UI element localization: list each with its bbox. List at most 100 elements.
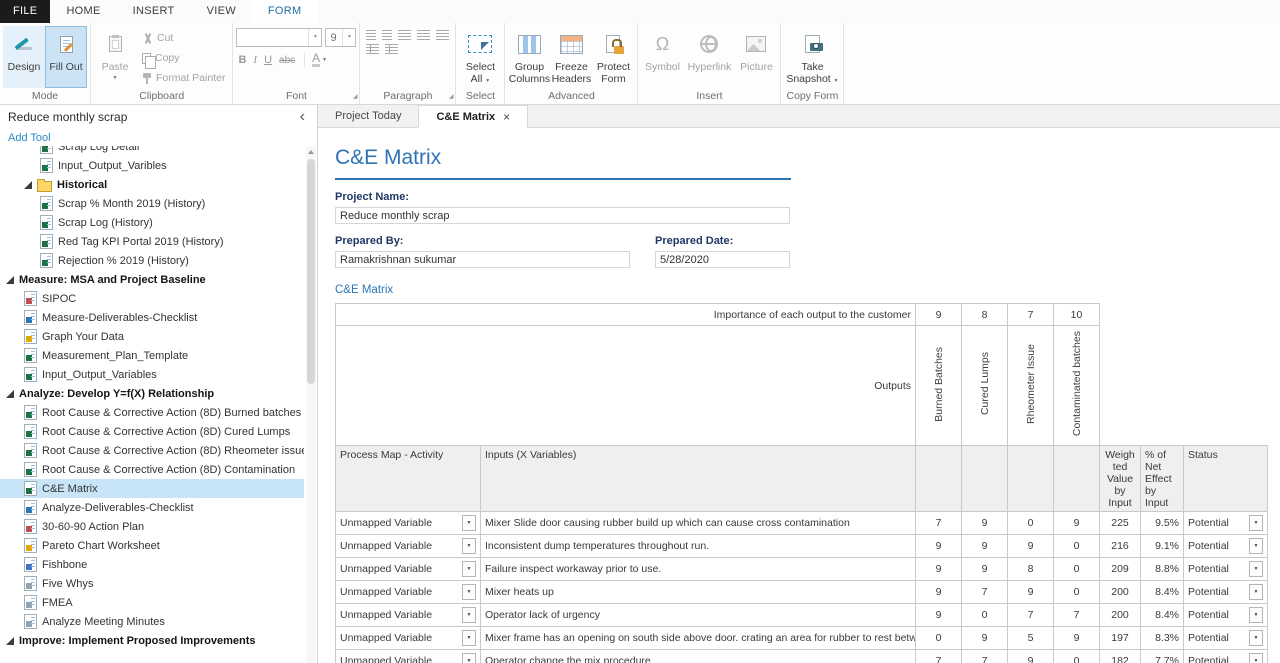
- output-header-cell[interactable]: Contaminated batches: [1054, 326, 1100, 446]
- input-variable-cell[interactable]: Mixer frame has an opening on south side…: [481, 627, 916, 650]
- tree-item[interactable]: Analyze Meeting Minutes: [0, 612, 304, 631]
- tree-item[interactable]: Rejection % 2019 (History): [0, 251, 304, 270]
- tree-item[interactable]: Scrap Log Detail: [0, 146, 304, 156]
- ribbon-tab-insert[interactable]: INSERT: [117, 0, 191, 23]
- tree-item[interactable]: Analyze-Deliverables-Checklist: [0, 498, 304, 517]
- score-cell[interactable]: 9: [962, 627, 1008, 650]
- score-cell[interactable]: 7: [1008, 604, 1054, 627]
- tree-item[interactable]: 30-60-90 Action Plan: [0, 517, 304, 536]
- fill-out-button[interactable]: Fill Out: [45, 26, 87, 88]
- dialog-launcher-icon[interactable]: ◢: [449, 94, 454, 100]
- project-name-input[interactable]: [335, 207, 790, 224]
- output-header-cell[interactable]: Burned Batches: [916, 326, 962, 446]
- underline-button[interactable]: U: [264, 54, 272, 66]
- protect-form-button[interactable]: Protect Form: [592, 26, 634, 88]
- tree-item[interactable]: Graph Your Data: [0, 327, 304, 346]
- tree-item[interactable]: Measure: MSA and Project Baseline: [0, 270, 304, 289]
- font-name-select[interactable]: ▼: [236, 28, 322, 47]
- dropdown-button[interactable]: ▼: [462, 653, 476, 663]
- tree-item[interactable]: Measure-Deliverables-Checklist: [0, 308, 304, 327]
- tree-item[interactable]: Input_Output_Varibles: [0, 156, 304, 175]
- score-cell[interactable]: 5: [1008, 627, 1054, 650]
- expand-arrow-icon[interactable]: [6, 276, 14, 284]
- prepared-by-input[interactable]: [335, 251, 630, 268]
- input-variable-cell[interactable]: Failure inspect workaway prior to use.: [481, 558, 916, 581]
- design-button[interactable]: Design: [3, 26, 45, 88]
- score-cell[interactable]: 7: [962, 581, 1008, 604]
- status-dropdown-cell[interactable]: Potential ▼: [1184, 512, 1268, 535]
- tree-item[interactable]: SIPOC: [0, 289, 304, 308]
- expand-arrow-icon[interactable]: [6, 390, 14, 398]
- select-all-button[interactable]: Select All ▼: [459, 26, 501, 88]
- sidebar-scrollbar[interactable]: [306, 146, 316, 663]
- score-cell[interactable]: 0: [916, 627, 962, 650]
- hyperlink-button[interactable]: Hyperlink: [683, 26, 735, 88]
- score-cell[interactable]: 8: [1008, 558, 1054, 581]
- dropdown-button[interactable]: ▼: [1249, 561, 1263, 577]
- tree-item[interactable]: Root Cause & Corrective Action (8D) Burn…: [0, 403, 304, 422]
- activity-dropdown-cell[interactable]: Unmapped Variable ▼: [336, 535, 481, 558]
- score-cell[interactable]: 7: [916, 512, 962, 535]
- bold-button[interactable]: B: [238, 54, 246, 66]
- activity-dropdown-cell[interactable]: Unmapped Variable ▼: [336, 558, 481, 581]
- score-cell[interactable]: 9: [962, 558, 1008, 581]
- activity-dropdown-cell[interactable]: Unmapped Variable ▼: [336, 581, 481, 604]
- status-dropdown-cell[interactable]: Potential ▼: [1184, 581, 1268, 604]
- activity-dropdown-cell[interactable]: Unmapped Variable ▼: [336, 627, 481, 650]
- take-snapshot-button[interactable]: Take Snapshot ▼: [784, 26, 840, 88]
- activity-dropdown-cell[interactable]: Unmapped Variable ▼: [336, 650, 481, 663]
- importance-value-cell[interactable]: 10: [1054, 304, 1100, 326]
- input-variable-cell[interactable]: Operator lack of urgency: [481, 604, 916, 627]
- tree-item[interactable]: Improve: Implement Proposed Improvements: [0, 631, 304, 650]
- align-left-icon[interactable]: [398, 30, 411, 40]
- score-cell[interactable]: 0: [1054, 535, 1100, 558]
- expand-arrow-icon[interactable]: [6, 637, 14, 645]
- cut-button[interactable]: Cut: [138, 28, 229, 48]
- score-cell[interactable]: 9: [916, 535, 962, 558]
- output-header-cell[interactable]: Rheometer Issue: [1008, 326, 1054, 446]
- dropdown-button[interactable]: ▼: [462, 515, 476, 531]
- dropdown-button[interactable]: ▼: [462, 584, 476, 600]
- freeze-headers-button[interactable]: Freeze Headers: [550, 26, 592, 88]
- status-dropdown-cell[interactable]: Potential ▼: [1184, 650, 1268, 663]
- collapse-sidebar-icon[interactable]: ‹: [294, 108, 311, 126]
- tree-item[interactable]: Fishbone: [0, 555, 304, 574]
- symbol-button[interactable]: Ω Symbol: [641, 26, 683, 88]
- add-tool-link[interactable]: Add Tool: [0, 129, 317, 146]
- tree-item[interactable]: Root Cause & Corrective Action (8D) Cure…: [0, 422, 304, 441]
- ribbon-tab-form[interactable]: FORM: [252, 0, 318, 23]
- dropdown-button[interactable]: ▼: [462, 630, 476, 646]
- score-cell[interactable]: 9: [1054, 512, 1100, 535]
- tree-item[interactable]: Root Cause & Corrective Action (8D) Rheo…: [0, 441, 304, 460]
- dropdown-button[interactable]: ▼: [462, 561, 476, 577]
- tree-item[interactable]: FMEA: [0, 593, 304, 612]
- input-variable-cell[interactable]: Mixer Slide door causing rubber build up…: [481, 512, 916, 535]
- doc-tab-c-e-matrix[interactable]: C&E Matrix ×: [418, 105, 528, 128]
- picture-button[interactable]: Picture: [735, 26, 777, 88]
- dropdown-button[interactable]: ▼: [1249, 538, 1263, 554]
- activity-dropdown-cell[interactable]: Unmapped Variable ▼: [336, 604, 481, 627]
- bullet-list-icon[interactable]: [366, 30, 376, 40]
- matrix-section-link[interactable]: C&E Matrix: [335, 284, 1280, 297]
- score-cell[interactable]: 9: [962, 535, 1008, 558]
- ribbon-tab-view[interactable]: VIEW: [191, 0, 252, 23]
- importance-value-cell[interactable]: 7: [1008, 304, 1054, 326]
- italic-button[interactable]: I: [253, 54, 257, 66]
- align-right-icon[interactable]: [436, 30, 449, 40]
- font-color-button[interactable]: A: [312, 53, 320, 67]
- importance-value-cell[interactable]: 8: [962, 304, 1008, 326]
- dropdown-button[interactable]: ▼: [1249, 630, 1263, 646]
- importance-value-cell[interactable]: 9: [916, 304, 962, 326]
- status-dropdown-cell[interactable]: Potential ▼: [1184, 604, 1268, 627]
- score-cell[interactable]: 9: [916, 604, 962, 627]
- score-cell[interactable]: 9: [1054, 627, 1100, 650]
- dropdown-button[interactable]: ▼: [1249, 584, 1263, 600]
- activity-dropdown-cell[interactable]: Unmapped Variable ▼: [336, 512, 481, 535]
- input-variable-cell[interactable]: Inconsistent dump temperatures throughou…: [481, 535, 916, 558]
- score-cell[interactable]: 0: [962, 604, 1008, 627]
- tree-item[interactable]: C&E Matrix: [0, 479, 304, 498]
- dropdown-button[interactable]: ▼: [1249, 653, 1263, 663]
- strikethrough-button[interactable]: abc: [279, 55, 295, 66]
- group-columns-button[interactable]: Group Columns: [508, 26, 550, 88]
- status-dropdown-cell[interactable]: Potential ▼: [1184, 558, 1268, 581]
